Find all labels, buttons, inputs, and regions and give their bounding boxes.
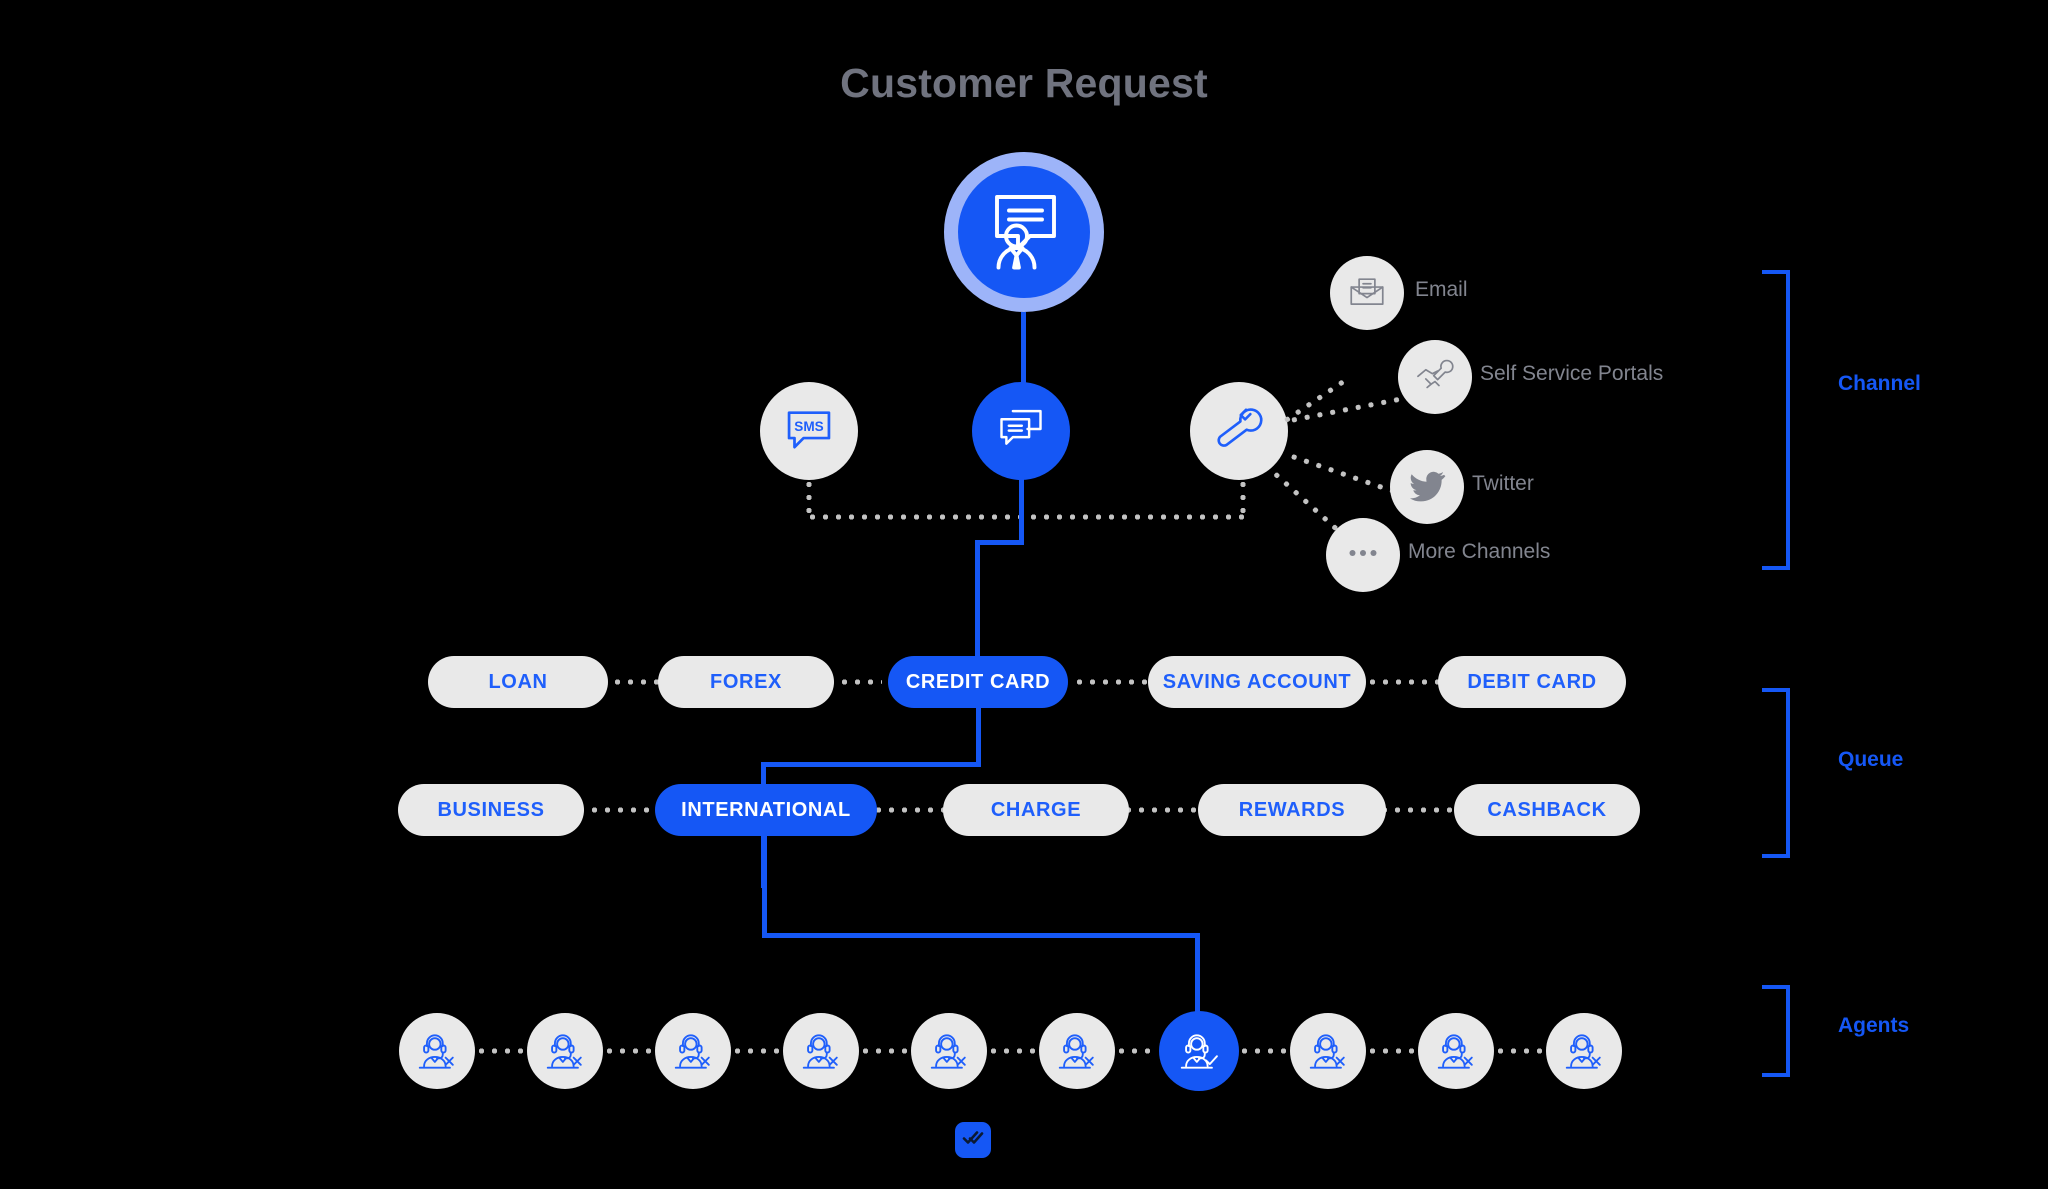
dots-rewards-cashback xyxy=(1378,807,1460,813)
queue-pill-rewards[interactable]: REWARDS xyxy=(1198,784,1386,836)
path-to-credit-card xyxy=(975,540,980,660)
agent-node[interactable] xyxy=(783,1013,859,1089)
dots-agents-3 xyxy=(731,1048,783,1054)
sms-bubble-icon: SMS xyxy=(780,400,838,463)
svg-text:SMS: SMS xyxy=(794,418,823,433)
section-label-channel: Channel xyxy=(1838,372,1921,395)
channel-label-portal: Self Service Portals xyxy=(1480,362,1664,385)
dots-agents-4 xyxy=(859,1048,911,1054)
dots-business-intl xyxy=(575,807,651,813)
dots-agents-6 xyxy=(1115,1048,1157,1054)
dots-agents-8 xyxy=(1366,1048,1418,1054)
dots-intl-charge xyxy=(872,807,950,813)
agent-unavailable-icon xyxy=(1561,1026,1607,1077)
queue-pill-label: INTERNATIONAL xyxy=(681,798,851,821)
queue-pill-label: SAVING ACCOUNT xyxy=(1162,670,1352,693)
channel-label-more: More Channels xyxy=(1408,540,1551,563)
queue-pill-label: FOREX xyxy=(710,670,782,693)
agent-node-active[interactable] xyxy=(1159,1011,1239,1091)
spoke-more xyxy=(1269,468,1343,535)
section-label-queue: Queue xyxy=(1838,748,1904,771)
agent-node[interactable] xyxy=(1039,1013,1115,1089)
handshake-wrench-icon xyxy=(1414,354,1456,401)
ellipsis-icon xyxy=(1342,532,1384,579)
channel-node-chat[interactable] xyxy=(972,382,1070,480)
diagram-canvas: Customer Request SMS Email Self Service … xyxy=(0,0,2048,1189)
channel-bus-sms-stub xyxy=(806,478,812,518)
agent-unavailable-icon xyxy=(1305,1026,1351,1077)
queue-pill-charge[interactable]: CHARGE xyxy=(943,784,1129,836)
queue-pill-label: DEBIT CARD xyxy=(1467,670,1597,693)
channel-label-email: Email xyxy=(1415,278,1468,301)
agent-unavailable-icon xyxy=(670,1026,716,1077)
dots-agents-7 xyxy=(1238,1048,1290,1054)
channel-item-email[interactable] xyxy=(1330,256,1404,330)
queue-pill-saving-account[interactable]: SAVING ACCOUNT xyxy=(1148,656,1366,708)
agent-unavailable-icon xyxy=(1054,1026,1100,1077)
queue-pill-international[interactable]: INTERNATIONAL xyxy=(655,784,877,836)
dots-agents-2 xyxy=(603,1048,655,1054)
dots-agents-5 xyxy=(987,1048,1039,1054)
path-to-agent xyxy=(1195,933,1200,1021)
agent-node[interactable] xyxy=(655,1013,731,1089)
agent-unavailable-icon xyxy=(1433,1026,1479,1077)
queue-pill-cashback[interactable]: CASHBACK xyxy=(1454,784,1640,836)
bracket-queue xyxy=(1762,688,1790,858)
chat-bubbles-icon xyxy=(995,403,1047,460)
path-chat-down xyxy=(1019,478,1024,543)
double-check-icon xyxy=(961,1126,985,1155)
path-intl-step xyxy=(762,933,1199,938)
agent-node[interactable] xyxy=(911,1013,987,1089)
bracket-channel xyxy=(1762,270,1790,570)
channel-node-hub[interactable] xyxy=(1190,382,1288,480)
dots-charge-rewards xyxy=(1122,807,1206,813)
agent-unavailable-icon xyxy=(542,1026,588,1077)
double-check-chip[interactable] xyxy=(955,1122,991,1158)
queue-pill-label: BUSINESS xyxy=(437,798,545,821)
queue-pill-label: LOAN xyxy=(488,670,548,693)
channel-label-twitter: Twitter xyxy=(1472,472,1534,495)
dots-agents-1 xyxy=(475,1048,527,1054)
customer-request-icon xyxy=(976,182,1072,283)
agent-node[interactable] xyxy=(1418,1013,1494,1089)
channel-item-portal[interactable] xyxy=(1398,340,1472,414)
channel-item-more[interactable] xyxy=(1326,518,1400,592)
path-credit-step xyxy=(761,762,981,767)
queue-pill-debit-card[interactable]: DEBIT CARD xyxy=(1438,656,1626,708)
dots-saving-debit xyxy=(1353,679,1445,685)
agent-unavailable-icon xyxy=(414,1026,460,1077)
hero-to-chat-connector xyxy=(1021,312,1026,384)
path-intl-down xyxy=(762,830,767,937)
queue-pill-label: CHARGE xyxy=(990,798,1082,821)
channel-bus-hub-stub xyxy=(1240,478,1246,518)
path-chat-step xyxy=(975,540,1024,545)
agent-node[interactable] xyxy=(399,1013,475,1089)
queue-pill-business[interactable]: BUSINESS xyxy=(398,784,584,836)
agent-node[interactable] xyxy=(1546,1013,1622,1089)
agent-node[interactable] xyxy=(1290,1013,1366,1089)
queue-pill-forex[interactable]: FOREX xyxy=(658,656,834,708)
queue-pill-label: CREDIT CARD xyxy=(905,670,1051,693)
agent-unavailable-icon xyxy=(798,1026,844,1077)
queue-pill-loan[interactable]: LOAN xyxy=(428,656,608,708)
channel-node-sms[interactable]: SMS xyxy=(760,382,858,480)
dots-agents-9 xyxy=(1494,1048,1546,1054)
page-title: Customer Request xyxy=(840,60,1208,106)
agent-available-icon xyxy=(1176,1026,1222,1077)
queue-pill-label: CASHBACK xyxy=(1487,798,1607,821)
section-label-agents: Agents xyxy=(1838,1014,1910,1037)
envelope-icon xyxy=(1346,270,1388,317)
queue-pill-label: REWARDS xyxy=(1238,798,1346,821)
customer-request-node[interactable] xyxy=(944,152,1104,312)
channel-item-twitter[interactable] xyxy=(1390,450,1464,524)
wrench-icon xyxy=(1211,401,1267,462)
twitter-bird-icon xyxy=(1406,464,1448,511)
channel-bus-left xyxy=(806,514,1246,520)
agent-node[interactable] xyxy=(527,1013,603,1089)
path-credit-down xyxy=(976,700,981,766)
bracket-agents xyxy=(1762,985,1790,1077)
agent-unavailable-icon xyxy=(926,1026,972,1077)
spoke-twitter xyxy=(1287,452,1401,497)
